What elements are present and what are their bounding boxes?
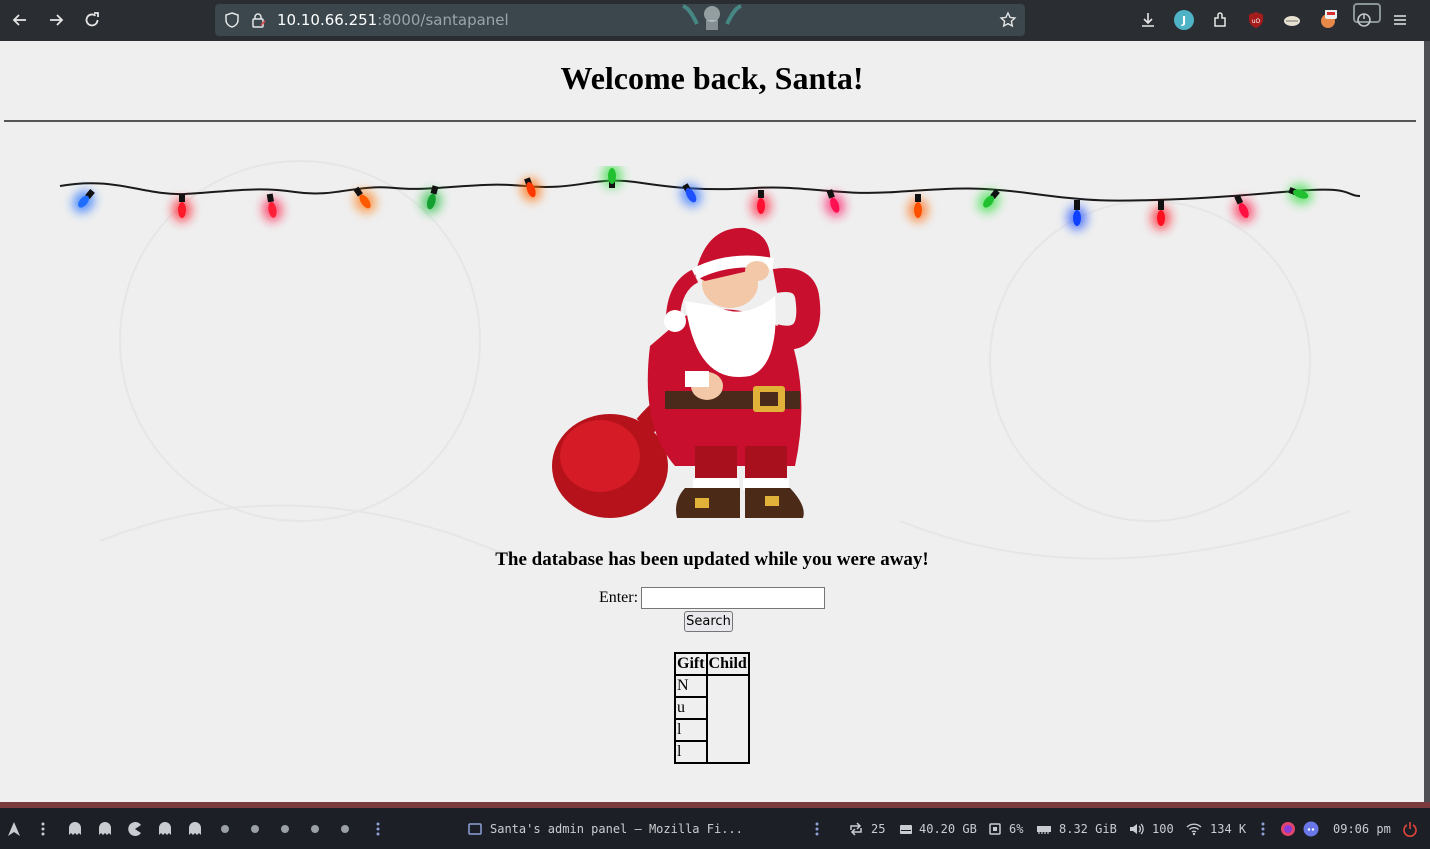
ghost-workspace-icon[interactable] — [67, 821, 83, 837]
page-content: Welcome back, Santa! The database has be… — [0, 41, 1424, 802]
firefox-tray-icon[interactable] — [1280, 821, 1296, 837]
ublock-icon[interactable]: uO — [1246, 10, 1266, 30]
gift-cell: N — [675, 675, 707, 697]
theme-decoration-icon — [682, 4, 742, 30]
forward-button[interactable] — [43, 7, 69, 33]
menu-icon[interactable] — [1390, 10, 1410, 30]
more-vertical-icon[interactable] — [809, 821, 825, 837]
more-vertical-icon[interactable] — [35, 821, 51, 837]
shield-icon[interactable] — [223, 11, 241, 29]
disk-icon — [900, 825, 912, 834]
search-button[interactable]: Search — [684, 611, 733, 632]
ghost-workspace-icon[interactable] — [97, 821, 113, 837]
updates-icon — [850, 822, 862, 836]
power-icon[interactable] — [1402, 821, 1418, 837]
gift-cell: u — [675, 697, 707, 719]
extension-icon[interactable] — [1352, 2, 1382, 30]
more-vertical-icon[interactable] — [1255, 821, 1271, 837]
browser-toolbar: 10.10.66.251:8000/santapanel J uO — [0, 0, 1430, 41]
search-input[interactable] — [641, 587, 826, 609]
lock-icon[interactable] — [249, 11, 267, 29]
child-header: Child — [706, 653, 749, 675]
download-icon[interactable] — [1138, 10, 1158, 30]
workspace-dot-icon[interactable] — [247, 821, 263, 837]
wifi-icon[interactable] — [1186, 821, 1202, 837]
gift-table: Gift Child N u l l — [674, 652, 750, 764]
account-initial: J — [1181, 13, 1187, 27]
reload-button[interactable] — [79, 7, 105, 33]
workspace-dot-icon[interactable] — [217, 821, 233, 837]
workspace-dot-icon[interactable] — [337, 821, 353, 837]
pacman-workspace-icon[interactable] — [127, 821, 143, 837]
table-row: N — [675, 675, 749, 763]
account-icon[interactable]: J — [1174, 10, 1194, 30]
memory-icon — [1037, 826, 1051, 834]
network-speed: 134 K — [1210, 822, 1247, 836]
volume-level[interactable]: 100 — [1152, 822, 1174, 836]
workspace-dot-icon[interactable] — [307, 821, 323, 837]
workspace-dot-icon[interactable] — [277, 821, 293, 837]
back-button[interactable] — [7, 7, 33, 33]
child-cell — [706, 675, 749, 763]
volume-icon[interactable] — [1128, 821, 1144, 837]
system-taskbar: Santa's admin panel — Mozilla Fi... 25 4… — [0, 808, 1430, 849]
search-form: Enter: — [0, 587, 1424, 609]
url-host: 10.10.66.251 — [277, 11, 378, 29]
gift-cell: l — [675, 741, 707, 763]
extensions-icon[interactable] — [1210, 10, 1230, 30]
discord-icon[interactable] — [1303, 821, 1319, 837]
page-title: Welcome back, Santa! — [560, 60, 864, 96]
cpu-icon — [989, 823, 1001, 835]
back-icon — [12, 14, 26, 26]
disk-usage: 40.20 GB — [919, 822, 977, 836]
table-header-row: Gift Child — [675, 653, 749, 675]
extension-icon[interactable] — [1318, 10, 1338, 30]
ghost-workspace-icon[interactable] — [187, 821, 203, 837]
more-vertical-icon[interactable] — [370, 821, 386, 837]
enter-label: Enter: — [598, 589, 639, 606]
extension-icon[interactable] — [1282, 10, 1302, 30]
gift-header: Gift — [675, 653, 707, 675]
cpu-usage: 6% — [1009, 822, 1024, 836]
url-path: :8000/santapanel — [377, 11, 509, 29]
svg-text:uO: uO — [1252, 18, 1261, 25]
reload-icon — [85, 12, 99, 27]
launcher-icon[interactable] — [6, 821, 22, 837]
address-bar[interactable]: 10.10.66.251:8000/santapanel — [215, 4, 1025, 36]
window-edge — [1424, 41, 1430, 802]
ghost-workspace-icon[interactable] — [157, 821, 173, 837]
bookmark-star-icon[interactable] — [999, 11, 1017, 29]
gift-cell: l — [675, 719, 707, 741]
database-update-notice: The database has been updated while you … — [495, 549, 929, 570]
window-icon[interactable] — [467, 821, 483, 837]
divider — [4, 120, 1416, 122]
light-bulbs — [72, 166, 1313, 230]
active-window-title[interactable]: Santa's admin panel — Mozilla Fi... — [490, 822, 743, 836]
forward-icon — [50, 14, 64, 26]
url-text[interactable]: 10.10.66.251:8000/santapanel — [277, 11, 509, 29]
memory-usage: 8.32 GiB — [1059, 822, 1117, 836]
updates-count: 25 — [871, 822, 886, 836]
santa-image — [552, 227, 821, 518]
clock[interactable]: 09:06 pm — [1333, 822, 1391, 836]
